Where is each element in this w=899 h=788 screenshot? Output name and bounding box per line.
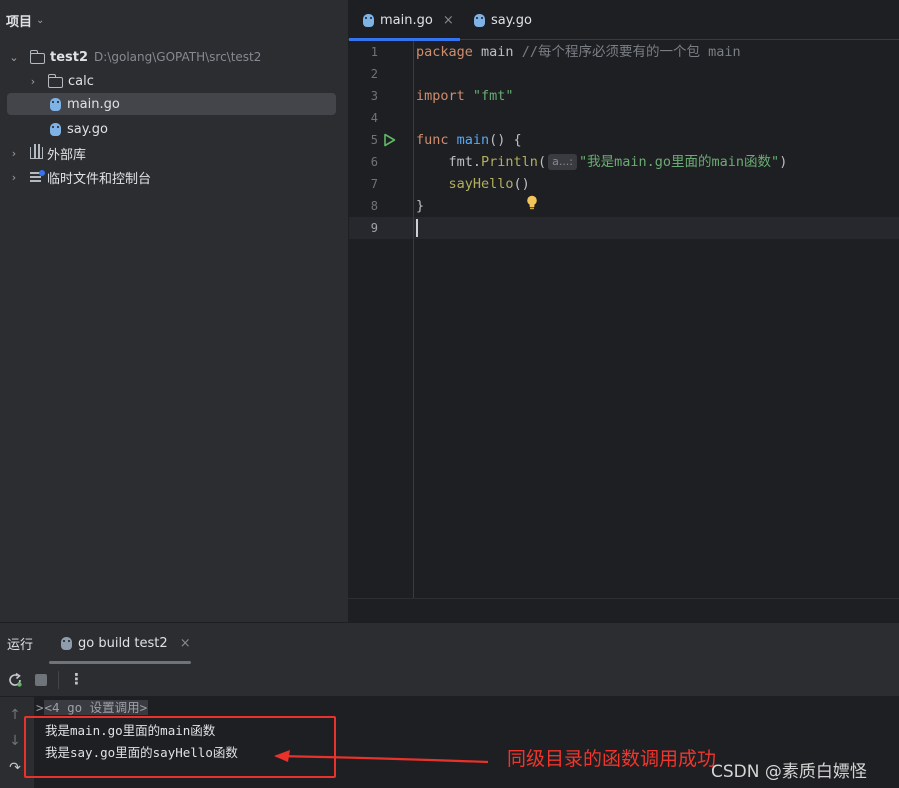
watermark: CSDN @素质白嫖怪 (711, 762, 867, 782)
run-tab-label: go build test2 (78, 635, 168, 651)
line-number: 9 (370, 221, 378, 235)
line-number: 7 (370, 177, 378, 191)
tree-item-say-go[interactable]: say.go (7, 118, 355, 140)
tab-label: say.go (491, 12, 532, 28)
keyword: func (416, 132, 449, 148)
line-number: 3 (370, 89, 378, 103)
code-line-7[interactable]: sayHello() (416, 173, 530, 195)
annotation-text: 同级目录的函数调用成功 (507, 748, 717, 770)
folder-icon (47, 73, 63, 88)
folded-text: <4 go 设置调用> (43, 700, 149, 715)
toolbar-divider (58, 671, 59, 689)
more-options-icon[interactable]: ⋮ (69, 670, 84, 688)
project-panel-header[interactable]: 项目 ⌄ (6, 11, 44, 30)
tree-item-label: test2 (50, 49, 89, 65)
scratches-icon (30, 170, 45, 183)
line-number: 1 (370, 45, 378, 59)
function-name: main (448, 132, 490, 148)
keyword: import (416, 88, 465, 104)
tree-item-label: calc (68, 73, 94, 89)
string-literal: "fmt" (464, 88, 514, 104)
go-file-icon (50, 122, 61, 136)
tab-main-go[interactable]: main.go × (349, 0, 460, 41)
comment: //每个程序必须要有的一个包 main (521, 44, 741, 60)
annotation-arrow (272, 748, 492, 772)
tree-item-label: main.go (67, 96, 120, 112)
rerun-icon[interactable] (7, 672, 23, 692)
run-panel-title: 运行 (7, 638, 34, 653)
tab-say-go[interactable]: say.go (460, 0, 550, 40)
project-panel-title: 项目 (6, 14, 33, 30)
function-call: sayHello (416, 176, 514, 192)
close-icon[interactable]: × (443, 13, 454, 28)
keyword: package (416, 44, 473, 60)
go-file-icon (474, 13, 485, 27)
tree-item-test2[interactable]: ⌄ test2 D:\golang\GOPATH\src\test2 (7, 46, 355, 68)
chevron-down-icon[interactable]: ⌄ (7, 51, 21, 64)
go-file-icon (50, 97, 61, 111)
run-gutter-icon[interactable] (383, 133, 396, 151)
lightbulb-icon[interactable] (526, 195, 538, 214)
run-tab-go-build[interactable]: go build test2 × (49, 623, 191, 664)
go-file-icon (363, 13, 374, 27)
package-ref: fmt. (416, 154, 482, 170)
code-line-8[interactable]: } (416, 195, 424, 217)
tree-item-label: 外部库 (47, 147, 87, 163)
chevron-down-icon[interactable]: ⌄ (36, 15, 44, 26)
run-toolbar (0, 663, 899, 697)
code-punct: ( (537, 154, 547, 170)
chevron-right-icon[interactable]: › (7, 147, 21, 160)
code-line-3[interactable]: import "fmt" (416, 85, 514, 107)
editor-horizontal-scrollbar[interactable] (348, 598, 899, 622)
code-punct: } (416, 198, 425, 214)
line-number: 6 (370, 155, 378, 169)
tree-item-label: say.go (67, 121, 108, 137)
function-call: Println (481, 154, 538, 170)
stop-icon[interactable] (35, 674, 47, 686)
folded-output[interactable]: ><4 go 设置调用> (36, 698, 149, 718)
string-literal: "我是main.go里面的main函数" (579, 154, 780, 170)
folder-icon (29, 49, 45, 64)
tree-item-calc[interactable]: › calc (26, 70, 374, 92)
code-line-6[interactable]: fmt.Println(a...: "我是main.go里面的main函数") (416, 151, 787, 173)
tree-item-label: 临时文件和控制台 (47, 171, 152, 187)
tree-item-external-libraries[interactable]: › 外部库 (7, 142, 355, 164)
package-name: main (472, 44, 522, 60)
parameter-hint: a...: (548, 154, 578, 170)
line-number: 8 (370, 199, 378, 213)
current-line-highlight (349, 217, 899, 239)
tab-label: main.go (380, 12, 433, 28)
code-punct: () (513, 176, 530, 192)
code-line-5[interactable]: func main() { (416, 129, 522, 151)
tree-item-scratches[interactable]: › 临时文件和控制台 (7, 166, 355, 188)
library-icon (30, 144, 43, 159)
fold-marker[interactable]: > (36, 700, 44, 715)
code-punct: ) (779, 154, 788, 170)
code-line-1[interactable]: package main //每个程序必须要有的一个包 main (416, 41, 741, 63)
chevron-right-icon[interactable]: › (26, 75, 40, 88)
arrow-up-icon[interactable]: ↑ (7, 707, 23, 723)
go-build-icon (61, 636, 72, 650)
tree-item-main-go[interactable]: main.go (7, 93, 336, 115)
line-number: 5 (370, 133, 378, 147)
close-icon[interactable]: × (180, 636, 191, 651)
arrow-down-icon[interactable]: ↓ (7, 733, 23, 749)
soft-wrap-icon[interactable]: ↷ (7, 760, 23, 776)
line-number: 2 (370, 67, 378, 81)
chevron-right-icon[interactable]: › (7, 171, 21, 184)
text-caret (416, 219, 418, 237)
line-number: 4 (370, 111, 378, 125)
code-punct: () { (489, 132, 522, 148)
project-path: D:\golang\GOPATH\src\test2 (94, 50, 262, 64)
